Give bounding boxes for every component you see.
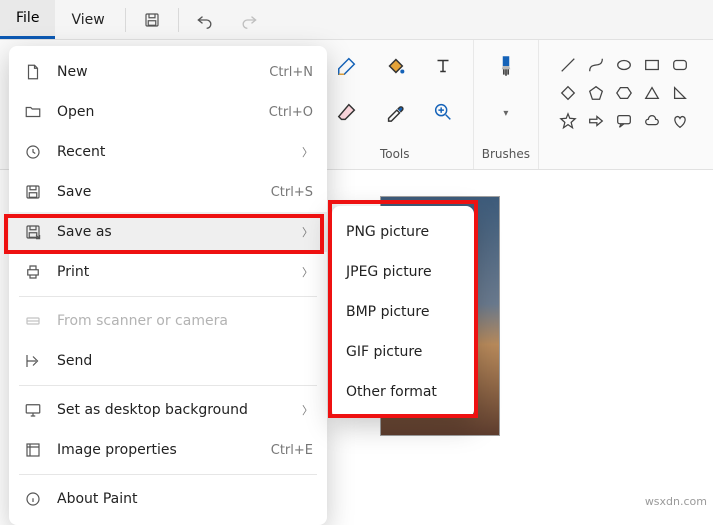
brushes-group-label: Brushes [482,147,530,165]
info-icon [23,489,43,509]
menu-item-label: Send [57,353,313,369]
save-as-submenu: PNG picture JPEG picture BMP picture GIF… [332,206,474,418]
chevron-right-icon: 〉 [302,144,313,160]
menu-item-properties[interactable]: Image properties Ctrl+E [9,430,327,470]
shape-heart-icon[interactable] [669,110,691,132]
menu-item-open[interactable]: Open Ctrl+O [9,92,327,132]
shape-oval-icon[interactable] [613,54,635,76]
divider [178,8,179,32]
save-as-icon [23,222,43,242]
new-icon [23,62,43,82]
menu-item-label: New [57,64,255,80]
clock-icon [23,142,43,162]
send-icon [23,351,43,371]
shape-arrow-right-icon[interactable] [585,110,607,132]
shape-rect-icon[interactable] [641,54,663,76]
fill-tool-icon[interactable] [375,48,415,84]
shapes-group [539,40,713,169]
save-quick-button[interactable] [130,0,174,39]
menu-item-print[interactable]: Print 〉 [9,252,327,292]
desktop-icon [23,400,43,420]
divider [125,8,126,32]
menu-item-label: Save as [57,224,288,240]
shape-triangle-icon[interactable] [641,82,663,104]
text-tool-icon[interactable] [423,48,463,84]
view-tab[interactable]: View [55,0,120,39]
shape-star-icon[interactable] [557,110,579,132]
menu-shortcut: Ctrl+N [269,65,313,80]
shape-hexagon-icon[interactable] [613,82,635,104]
color-picker-tool-icon[interactable] [375,94,415,130]
chevron-down-icon[interactable]: ▾ [503,106,508,119]
menu-divider [19,296,317,297]
menu-shortcut: Ctrl+E [271,443,313,458]
watermark: wsxdn.com [645,495,707,508]
properties-icon [23,440,43,460]
print-icon [23,262,43,282]
menu-item-label: Recent [57,144,288,160]
undo-button[interactable] [183,0,227,39]
chevron-right-icon: 〉 [302,224,313,240]
shape-right-triangle-icon[interactable] [669,82,691,104]
magnifier-tool-icon[interactable] [423,94,463,130]
menu-item-save[interactable]: Save Ctrl+S [9,172,327,212]
chevron-right-icon: 〉 [302,264,313,280]
submenu-item-gif[interactable]: GIF picture [332,332,474,372]
redo-button[interactable] [227,0,271,39]
menu-item-label: Set as desktop background [57,402,288,418]
shape-diamond-icon[interactable] [557,82,579,104]
submenu-item-other[interactable]: Other format [332,372,474,412]
tools-group-label: Tools [380,147,410,165]
shape-pentagon-icon[interactable] [585,82,607,104]
menu-divider [19,385,317,386]
file-menu: New Ctrl+N Open Ctrl+O Recent 〉 Save Ctr… [9,46,327,525]
submenu-item-png[interactable]: PNG picture [332,212,474,252]
shape-cloud-icon[interactable] [641,110,663,132]
menu-item-about[interactable]: About Paint [9,479,327,519]
shape-roundrect-icon[interactable] [669,54,691,76]
scanner-icon [23,311,43,331]
shape-callout-icon[interactable] [613,110,635,132]
menu-item-label: About Paint [57,491,313,507]
folder-icon [23,102,43,122]
menu-shortcut: Ctrl+S [271,185,313,200]
shape-line-icon[interactable] [557,54,579,76]
brushes-group: ▾ Brushes [474,40,539,169]
menu-item-label: Save [57,184,257,200]
menu-item-recent[interactable]: Recent 〉 [9,132,327,172]
menu-item-desktop-bg[interactable]: Set as desktop background 〉 [9,390,327,430]
tools-group: Tools [317,40,474,169]
menubar: File View [0,0,713,40]
menu-shortcut: Ctrl+O [269,105,313,120]
chevron-right-icon: 〉 [302,402,313,418]
shape-curve-icon[interactable] [585,54,607,76]
file-tab[interactable]: File [0,0,55,39]
menu-item-label: Print [57,264,288,280]
menu-item-label: From scanner or camera [57,313,313,329]
submenu-item-jpeg[interactable]: JPEG picture [332,252,474,292]
menu-item-label: Open [57,104,255,120]
menu-item-save-as[interactable]: Save as 〉 [9,212,327,252]
menu-item-send[interactable]: Send [9,341,327,381]
save-icon [23,182,43,202]
brush-tool-icon[interactable] [486,48,526,84]
menu-item-label: Image properties [57,442,257,458]
menu-divider [19,474,317,475]
pencil-tool-icon[interactable] [327,48,367,84]
eraser-tool-icon[interactable] [327,94,367,130]
menu-item-scanner: From scanner or camera [9,301,327,341]
submenu-item-bmp[interactable]: BMP picture [332,292,474,332]
menu-item-new[interactable]: New Ctrl+N [9,52,327,92]
